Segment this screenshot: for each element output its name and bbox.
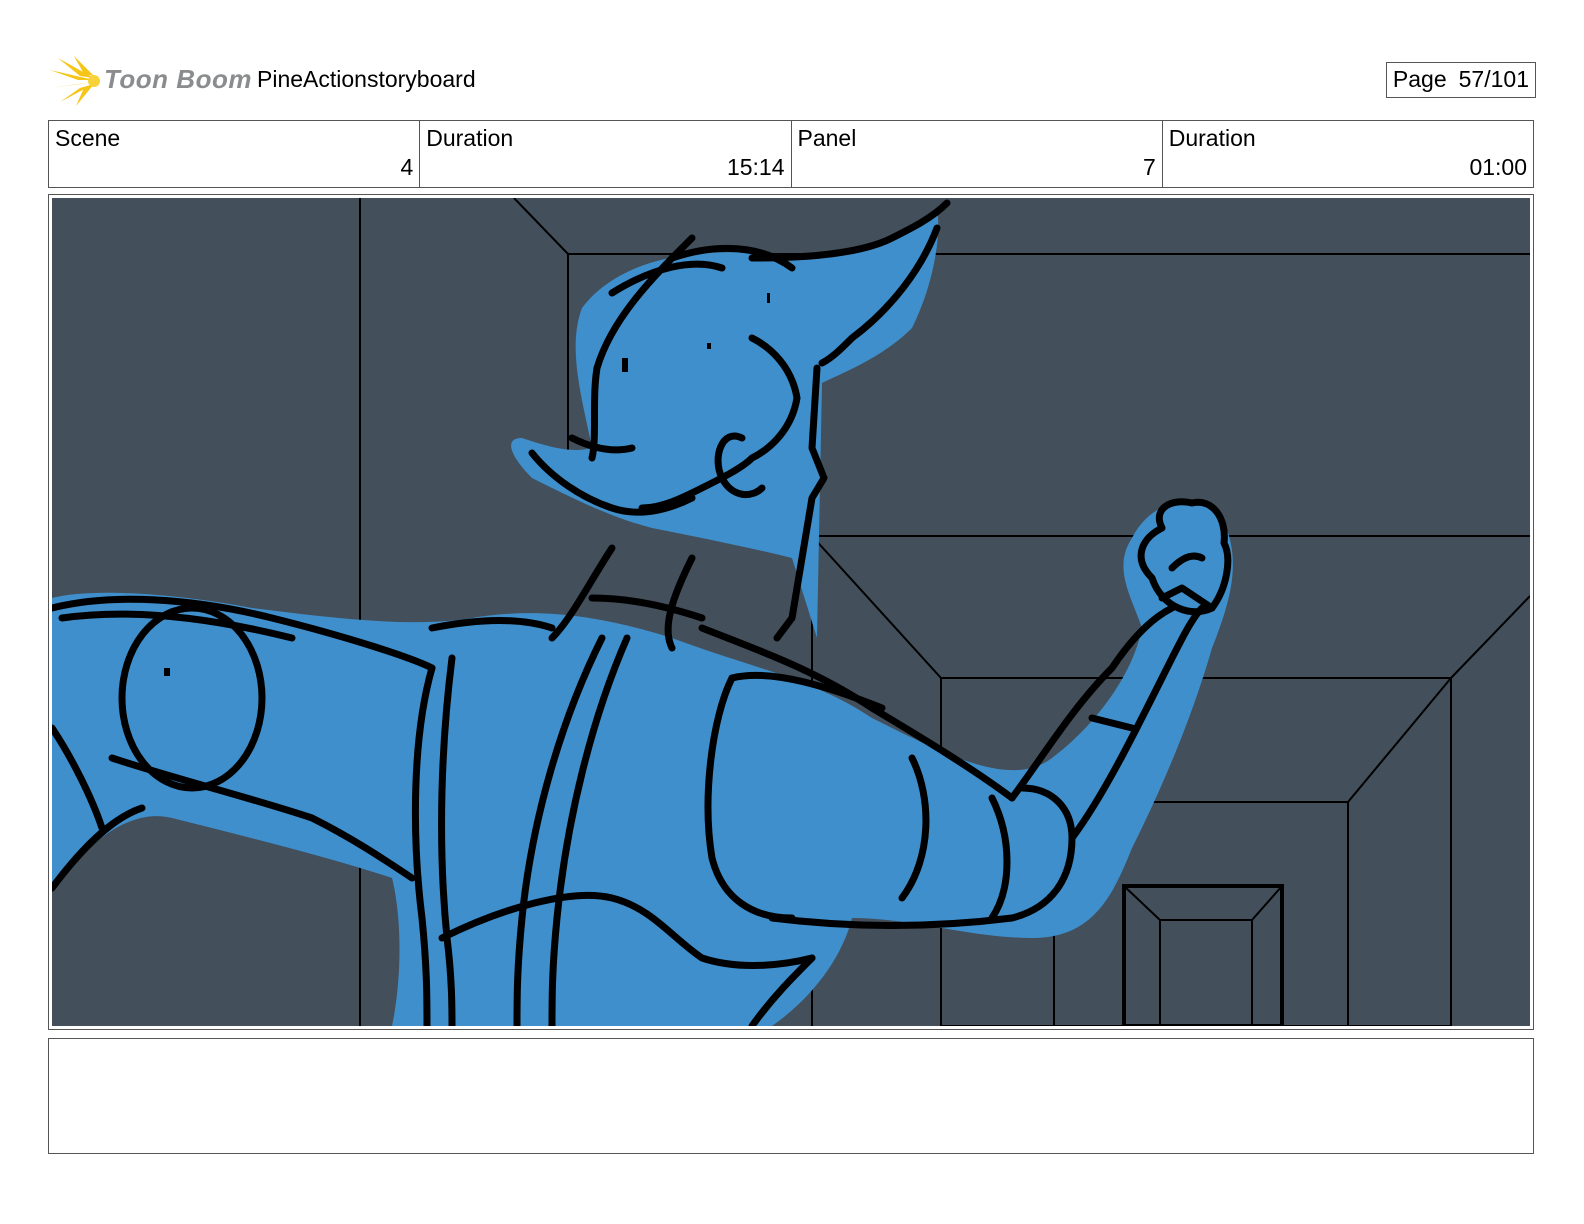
panel-duration-value: 01:00 [1469,154,1527,180]
page-label: Page [1392,66,1447,92]
scene-value: 4 [400,154,414,180]
character-punch-sketch-icon [52,198,1530,1026]
storyboard-drawing [52,198,1530,1026]
panel-cell: Panel 7 [792,121,1163,187]
scene-duration-cell: Duration 15:14 [420,121,792,187]
page-header: Toon Boom PineActionstoryboard Page 57/10… [50,56,1536,106]
panel-label: Panel [797,125,857,151]
panel-duration-cell: Duration 01:00 [1163,121,1533,187]
logo-text: Toon Boom [104,64,252,94]
page-number: 57/101 [1458,66,1529,92]
storyboard-panel-frame [48,194,1534,1030]
character-fill [52,208,1233,1026]
scene-info-table: Scene 4 Duration 15:14 Panel 7 Duration … [48,120,1534,188]
scene-duration-value: 15:14 [726,154,785,180]
toon-boom-logo: Toon Boom [50,56,252,106]
scene-cell: Scene 4 [49,121,421,187]
scene-label: Scene [55,125,121,151]
panel-duration-label: Duration [1168,125,1256,151]
panel-value: 7 [1142,154,1156,180]
page-indicator: Page 57/101 [1385,62,1536,98]
panel-notes-area [48,1038,1534,1154]
project-title: PineActionstoryboard [257,66,476,92]
scene-duration-label: Duration [426,125,514,151]
toon-boom-starburst-icon [50,56,100,106]
